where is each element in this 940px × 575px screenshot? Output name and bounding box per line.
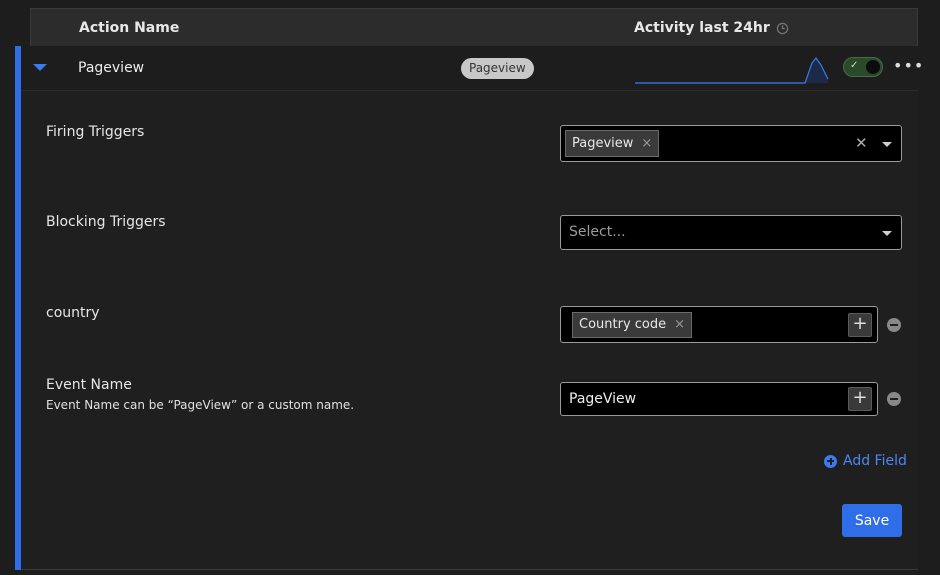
enabled-toggle[interactable]: ✓ bbox=[843, 57, 883, 77]
selection-accent-bar bbox=[15, 46, 21, 570]
blocking-triggers-select[interactable]: Select... bbox=[560, 215, 902, 250]
toggle-knob bbox=[866, 60, 880, 74]
country-chip-label: Country code bbox=[579, 317, 667, 332]
country-label: country bbox=[46, 305, 100, 321]
remove-chip-icon[interactable]: × bbox=[674, 313, 685, 337]
country-chip: Country code × bbox=[572, 312, 693, 338]
chevron-down-icon[interactable] bbox=[882, 231, 892, 236]
firing-triggers-select[interactable]: Pageview × ✕ bbox=[560, 125, 902, 162]
action-panel: Pageview Pageview ✓ ••• Firing Triggers … bbox=[15, 46, 923, 570]
column-header-activity-label: Activity last 24hr bbox=[634, 20, 770, 36]
remove-field-icon[interactable] bbox=[887, 318, 901, 332]
action-name: Pageview bbox=[78, 60, 145, 76]
check-icon: ✓ bbox=[850, 60, 859, 71]
chevron-down-icon[interactable] bbox=[882, 142, 892, 147]
clear-icon[interactable]: ✕ bbox=[855, 134, 868, 152]
remove-field-icon[interactable] bbox=[887, 392, 901, 406]
add-value-button[interactable]: + bbox=[848, 387, 872, 411]
column-header-activity[interactable]: Activity last 24hr bbox=[634, 20, 789, 36]
event-name-input[interactable]: PageView + bbox=[560, 382, 878, 416]
event-name-value: PageView bbox=[569, 391, 637, 407]
clock-icon bbox=[776, 22, 788, 34]
column-header-action-name[interactable]: Action Name bbox=[79, 20, 179, 36]
collapse-caret-icon[interactable] bbox=[33, 64, 47, 71]
event-name-help: Event Name can be “PageView” or a custom… bbox=[46, 398, 355, 412]
save-button[interactable]: Save bbox=[842, 504, 902, 537]
action-type-badge: Pageview bbox=[461, 58, 534, 79]
table-header: Action Name Activity last 24hr bbox=[30, 8, 918, 46]
country-field[interactable]: Country code × + bbox=[560, 306, 878, 343]
select-placeholder: Select... bbox=[569, 224, 626, 240]
blocking-triggers-label: Blocking Triggers bbox=[46, 214, 166, 230]
add-field-label: Add Field bbox=[843, 453, 907, 469]
add-field-button[interactable]: Add Field bbox=[824, 453, 907, 469]
plus-circle-icon bbox=[824, 454, 837, 468]
trigger-chip-label: Pageview bbox=[572, 136, 634, 151]
activity-sparkline bbox=[635, 57, 829, 84]
event-name-label: Event Name bbox=[46, 377, 132, 393]
firing-triggers-label: Firing Triggers bbox=[46, 124, 145, 140]
action-row[interactable]: Pageview Pageview ✓ ••• bbox=[21, 46, 923, 91]
add-value-button[interactable]: + bbox=[848, 313, 872, 337]
trigger-chip: Pageview × bbox=[565, 130, 660, 157]
remove-chip-icon[interactable]: × bbox=[641, 131, 652, 156]
more-options-icon[interactable]: ••• bbox=[893, 56, 924, 75]
